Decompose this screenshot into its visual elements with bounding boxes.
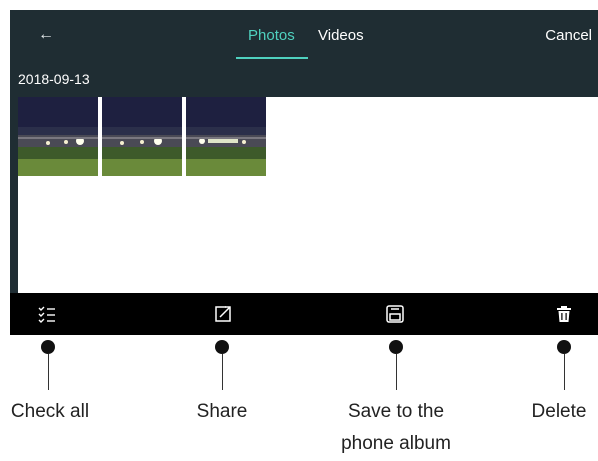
- top-bar: ← Photos Videos Cancel: [10, 10, 598, 62]
- callout-line-delete: [564, 354, 565, 390]
- callout-save-line1: Save to the: [347, 401, 445, 422]
- back-icon[interactable]: ←: [38, 26, 54, 44]
- active-tab-indicator: [236, 57, 308, 59]
- save-icon[interactable]: [384, 303, 406, 325]
- callout-dot-delete: [557, 340, 571, 354]
- callout-line-share: [222, 354, 223, 390]
- cancel-button[interactable]: Cancel: [545, 27, 592, 44]
- photo-thumbnail-2[interactable]: [102, 97, 182, 176]
- photo-grid: [10, 97, 598, 293]
- callout-dot-share: [215, 340, 229, 354]
- share-icon[interactable]: [212, 303, 234, 325]
- delete-icon[interactable]: [553, 303, 575, 325]
- photo-thumbnail-1[interactable]: [18, 97, 98, 176]
- callout-delete: Delete: [531, 401, 587, 422]
- callout-dot-save: [389, 340, 403, 354]
- tab-photos[interactable]: Photos: [248, 27, 295, 44]
- date-header: 2018-09-13: [10, 62, 598, 97]
- tab-videos[interactable]: Videos: [318, 27, 364, 44]
- callout-line-save: [396, 354, 397, 390]
- action-toolbar: [10, 293, 598, 335]
- callout-share: Share: [196, 401, 248, 422]
- check-all-icon[interactable]: [36, 303, 58, 325]
- callout-line-check-all: [48, 354, 49, 390]
- callout-check-all: Check all: [10, 401, 90, 422]
- date-label: 2018-09-13: [18, 71, 90, 87]
- phone-screen: ← Photos Videos Cancel 2018-09-13: [10, 10, 598, 335]
- callout-dot-check-all: [41, 340, 55, 354]
- callout-save-line2: phone album: [341, 433, 451, 454]
- photo-thumbnail-3[interactable]: [186, 97, 266, 176]
